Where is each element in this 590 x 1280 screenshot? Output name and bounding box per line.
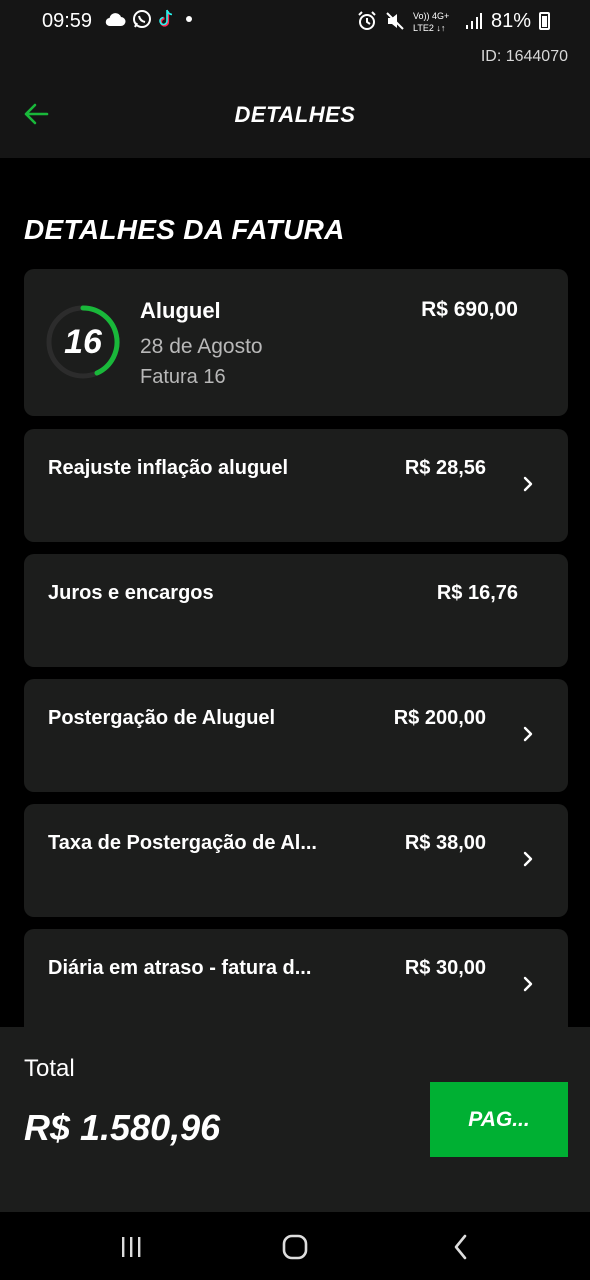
chevron-right-icon <box>523 476 533 492</box>
list-item[interactable]: Taxa de Postergação de Al... R$ 38,00 <box>24 804 568 917</box>
svg-text:LTE2 ↓↑: LTE2 ↓↑ <box>413 23 445 33</box>
list-item: Juros e encargos R$ 16,76 <box>24 554 568 667</box>
item-label: Diária em atraso - fatura d... <box>48 957 312 979</box>
user-id: ID: 1644070 <box>480 48 568 65</box>
section-title: DETALHES DA FATURA <box>24 214 345 245</box>
item-label: Reajuste inflação aluguel <box>48 457 289 479</box>
tiktok-icon <box>159 9 173 27</box>
mute-icon <box>386 12 404 30</box>
list-item[interactable]: Postergação de Aluguel R$ 200,00 <box>24 679 568 792</box>
item-amount: R$ 200,00 <box>393 707 486 729</box>
recent-apps-button[interactable] <box>114 1230 148 1264</box>
back-button[interactable] <box>444 1230 478 1264</box>
item-label: Postergação de Aluguel <box>48 707 276 729</box>
id-row: ID: 1644070 <box>0 44 590 78</box>
invoice-amount: R$ 690,00 <box>421 298 518 321</box>
svg-text:Vo)) 4G+: Vo)) 4G+ <box>413 11 449 21</box>
item-amount: R$ 16,76 <box>436 582 518 604</box>
app-bar: DETALHES <box>0 78 590 158</box>
total-label: Total <box>24 1055 75 1082</box>
system-nav-bar <box>0 1212 590 1280</box>
volte-icon: Vo)) 4G+ LTE2 ↓↑ <box>413 11 449 33</box>
invoice-name: Aluguel <box>140 298 221 323</box>
item-label: Taxa de Postergação de Al... <box>48 832 317 854</box>
status-bar: 09:59 Vo)) 4G+ LTE2 ↓↑ 81% <box>0 0 590 44</box>
invoice-summary-card: 16 Aluguel 28 de Agosto Fatura 16 R$ 690… <box>24 269 568 416</box>
dot-icon <box>186 16 192 22</box>
list-item[interactable]: Reajuste inflação aluguel R$ 28,56 <box>24 429 568 542</box>
alarm-icon <box>358 11 376 30</box>
invoice-date: 28 de Agosto <box>140 335 263 358</box>
home-icon <box>282 1234 308 1260</box>
chevron-right-icon <box>523 851 533 867</box>
item-label: Juros e encargos <box>48 582 214 604</box>
invoice-number: 16 <box>64 322 102 361</box>
signal-icon <box>465 13 482 29</box>
home-button[interactable] <box>278 1230 312 1264</box>
whatsapp-icon <box>133 10 151 28</box>
total-value: R$ 1.580,96 <box>24 1107 221 1148</box>
recent-apps-icon <box>122 1237 141 1257</box>
list-item[interactable]: Diária em atraso - fatura d... R$ 30,00 <box>24 929 568 1042</box>
battery-icon <box>539 12 550 30</box>
invoice-subtitle: Fatura 16 <box>140 366 226 388</box>
system-icons: Vo)) 4G+ LTE2 ↓↑ 81% <box>357 9 550 33</box>
notification-icons <box>104 9 196 29</box>
chevron-right-icon <box>523 976 533 992</box>
total-footer: Total R$ 1.580,96 PAG... <box>0 1027 590 1212</box>
battery-percent: 81% <box>490 9 531 32</box>
item-amount: R$ 38,00 <box>404 832 486 854</box>
cloud-icon <box>105 13 126 27</box>
pay-button[interactable]: PAG... <box>430 1082 568 1157</box>
page-title: DETALHES <box>234 102 356 127</box>
status-time: 09:59 <box>42 10 93 32</box>
back-icon <box>454 1234 467 1260</box>
chevron-right-icon <box>523 726 533 742</box>
item-amount: R$ 28,56 <box>404 457 486 479</box>
item-amount: R$ 30,00 <box>404 957 486 979</box>
